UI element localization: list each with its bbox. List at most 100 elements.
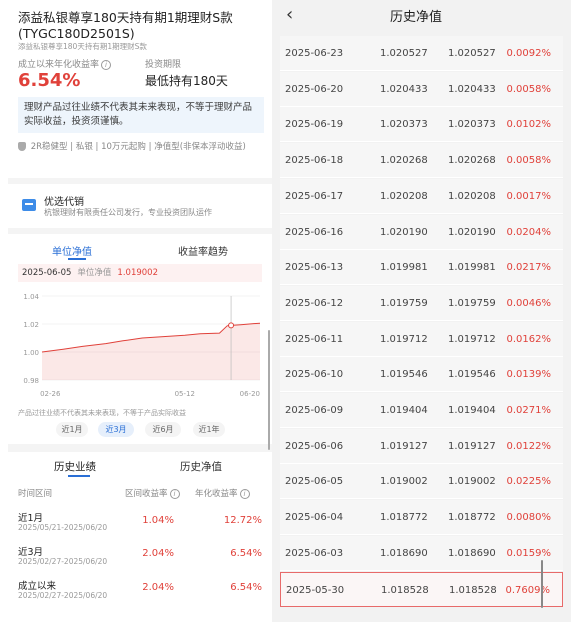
product-title: 添益私银尊享180天持有期1期理财S款(TYGC180D2501S) — [18, 10, 233, 41]
unit-nav: 1.020190 — [380, 226, 428, 238]
daily-change: 0.0122% — [506, 440, 552, 452]
table-row[interactable]: 2025-06-05 1.019002 1.019002 0.0225% — [280, 464, 563, 500]
table-row[interactable]: 2025-06-03 1.018690 1.018690 0.0159% — [280, 535, 563, 571]
tooltip-date: 2025-06-05 — [22, 268, 72, 278]
row-range-return: 2.04% — [142, 582, 174, 593]
range-3m[interactable]: 近3月 — [98, 422, 134, 437]
range-6m[interactable]: 近6月 — [145, 422, 181, 437]
daily-change: 0.0217% — [506, 262, 552, 274]
unit-nav: 1.020527 — [380, 48, 428, 59]
series-area — [42, 323, 260, 380]
unit-nav: 1.018528 — [381, 584, 429, 596]
daily-change: 0.0017% — [506, 190, 552, 202]
x-tick-label: 06-20 — [240, 390, 260, 398]
nav-date: 2025-06-10 — [285, 369, 344, 381]
daily-change: 0.0058% — [506, 83, 552, 95]
table-row[interactable]: 2025-06-06 1.019127 1.019127 0.0122% — [280, 428, 563, 464]
accumulated-nav: 1.020527 — [448, 48, 496, 59]
accumulated-nav: 1.020208 — [448, 190, 496, 202]
nav-date: 2025-06-20 — [285, 83, 344, 95]
table-row[interactable]: 2025-06-17 1.020208 1.020208 0.0017% — [280, 178, 563, 214]
daily-change: 0.0225% — [506, 476, 552, 488]
unit-nav: 1.019546 — [380, 369, 428, 381]
nav-date: 2025-06-12 — [285, 297, 344, 309]
tag-min-amount: 10万元起购 — [101, 142, 146, 152]
nav-chart[interactable]: 1.04 1.02 1.00 0.9802-26 05-12 06-20 — [12, 288, 270, 406]
section-divider — [8, 444, 272, 452]
seller-title[interactable]: 优选代销 — [44, 193, 84, 208]
unit-nav: 1.019981 — [380, 262, 428, 274]
unit-nav: 1.020268 — [380, 155, 428, 167]
table-row[interactable]: 2025-06-16 1.020190 1.020190 0.0204% — [280, 214, 563, 250]
accumulated-nav: 1.018772 — [448, 512, 496, 524]
table-row[interactable]: 2025-06-10 1.019546 1.019546 0.0139% — [280, 357, 563, 393]
table-row[interactable]: 2025-06-13 1.019981 1.019981 0.0217% — [280, 250, 563, 286]
info-icon[interactable]: i — [169, 488, 180, 499]
table-row[interactable]: 2025-06-04 1.018772 1.018772 0.0080% — [280, 500, 563, 536]
briefcase-icon — [22, 199, 36, 211]
daily-change: 0.0139% — [506, 369, 552, 381]
nav-date: 2025-06-18 — [285, 155, 344, 167]
daily-change: 0.0092% — [506, 48, 552, 59]
table-row[interactable]: 2025-05-30 1.018528 1.018528 0.7609% — [280, 571, 563, 607]
table-row[interactable]: 2025-06-12 1.019759 1.019759 0.0046% — [280, 285, 563, 321]
accumulated-nav: 1.018528 — [449, 584, 497, 596]
accumulated-nav: 1.019981 — [448, 262, 496, 274]
accumulated-nav: 1.020373 — [448, 119, 496, 131]
table-row[interactable]: 2025-06-23 1.020527 1.020527 0.0092% — [280, 36, 563, 71]
tab-unit-nav[interactable]: 单位净值 — [52, 243, 92, 258]
nav-date: 2025-06-23 — [285, 48, 344, 59]
tab-history-nav[interactable]: 历史净值 — [180, 459, 222, 474]
tooltip-value: 1.019002 — [117, 268, 158, 278]
range-1m[interactable]: 近1月 — [56, 422, 88, 437]
tag-nav-type: 净值型(非保本浮动收益) — [154, 142, 246, 152]
daily-change: 0.0046% — [506, 297, 552, 309]
table-row[interactable]: 2025-06-18 1.020268 1.020268 0.0058% — [280, 143, 563, 179]
tab-yield-trend[interactable]: 收益率趋势 — [178, 243, 228, 258]
daily-change: 0.0058% — [506, 155, 552, 167]
y-tick-label: 1.04 — [23, 293, 39, 301]
accumulated-nav: 1.018690 — [448, 547, 496, 559]
unit-nav: 1.020433 — [380, 83, 428, 95]
tag-private: 私银 — [75, 142, 93, 152]
active-tab-indicator — [68, 475, 90, 477]
range-1y[interactable]: 近1年 — [193, 422, 225, 437]
table-row[interactable]: 2025-06-19 1.020373 1.020373 0.0102% — [280, 107, 563, 143]
scrollbar[interactable] — [541, 560, 543, 608]
back-icon[interactable]: ‹ — [286, 4, 293, 25]
tab-history-performance[interactable]: 历史业绩 — [54, 459, 96, 474]
product-detail-panel: 添益私银尊享180天持有期1期理财S款(TYGC180D2501S) 添益私银尊… — [0, 0, 272, 622]
section-divider — [8, 178, 272, 184]
nav-date: 2025-06-19 — [285, 119, 344, 131]
row-name: 近3月 — [18, 547, 44, 558]
table-row[interactable]: 2025-06-11 1.019712 1.019712 0.0162% — [280, 321, 563, 357]
chart-tooltip: 2025-06-05 单位净值 1.019002 — [18, 264, 262, 282]
unit-nav: 1.019002 — [380, 476, 428, 488]
chart-disclaimer: 产品过往业绩不代表其未来表现，不等于产品实际收益 — [18, 409, 186, 417]
daily-change: 0.7609% — [505, 584, 551, 596]
x-tick-label: 05-12 — [175, 390, 195, 398]
table-row[interactable]: 2025-06-20 1.020433 1.020433 0.0058% — [280, 71, 563, 107]
info-icon[interactable]: i — [101, 59, 112, 70]
row-name: 近1月 — [18, 513, 44, 524]
seller-desc: 杭银理财有限责任公司发行，专业投资团队运作 — [44, 208, 212, 217]
tooltip-label: 单位净值 — [77, 268, 112, 278]
unit-nav: 1.018690 — [380, 547, 428, 559]
nav-date: 2025-06-09 — [285, 405, 344, 416]
period-label: 投资期限 — [145, 60, 182, 70]
x-tick-label: 02-26 — [40, 390, 61, 398]
nav-date: 2025-06-03 — [285, 547, 344, 559]
y-tick-label: 1.02 — [23, 321, 39, 329]
col-header-range-return: 区间收益率 i — [125, 487, 180, 499]
table-row[interactable]: 2025-06-09 1.019404 1.019404 0.0271% — [280, 393, 563, 428]
daily-change: 0.0080% — [506, 512, 552, 524]
product-tags: 2R稳健型 | 私银 | 10万元起购 | 净值型(非保本浮动收益) — [18, 141, 268, 154]
accumulated-nav: 1.019127 — [448, 440, 496, 452]
scrollbar[interactable] — [268, 330, 270, 450]
rate-label: 成立以来年化收益率 — [18, 60, 100, 70]
info-icon[interactable]: i — [239, 488, 250, 499]
col-header-period: 时间区间 — [18, 489, 53, 499]
daily-change: 0.0102% — [506, 119, 552, 131]
row-dates: 2025/05/21-2025/06/20 — [18, 523, 108, 532]
y-tick-label: 1.00 — [23, 349, 39, 357]
